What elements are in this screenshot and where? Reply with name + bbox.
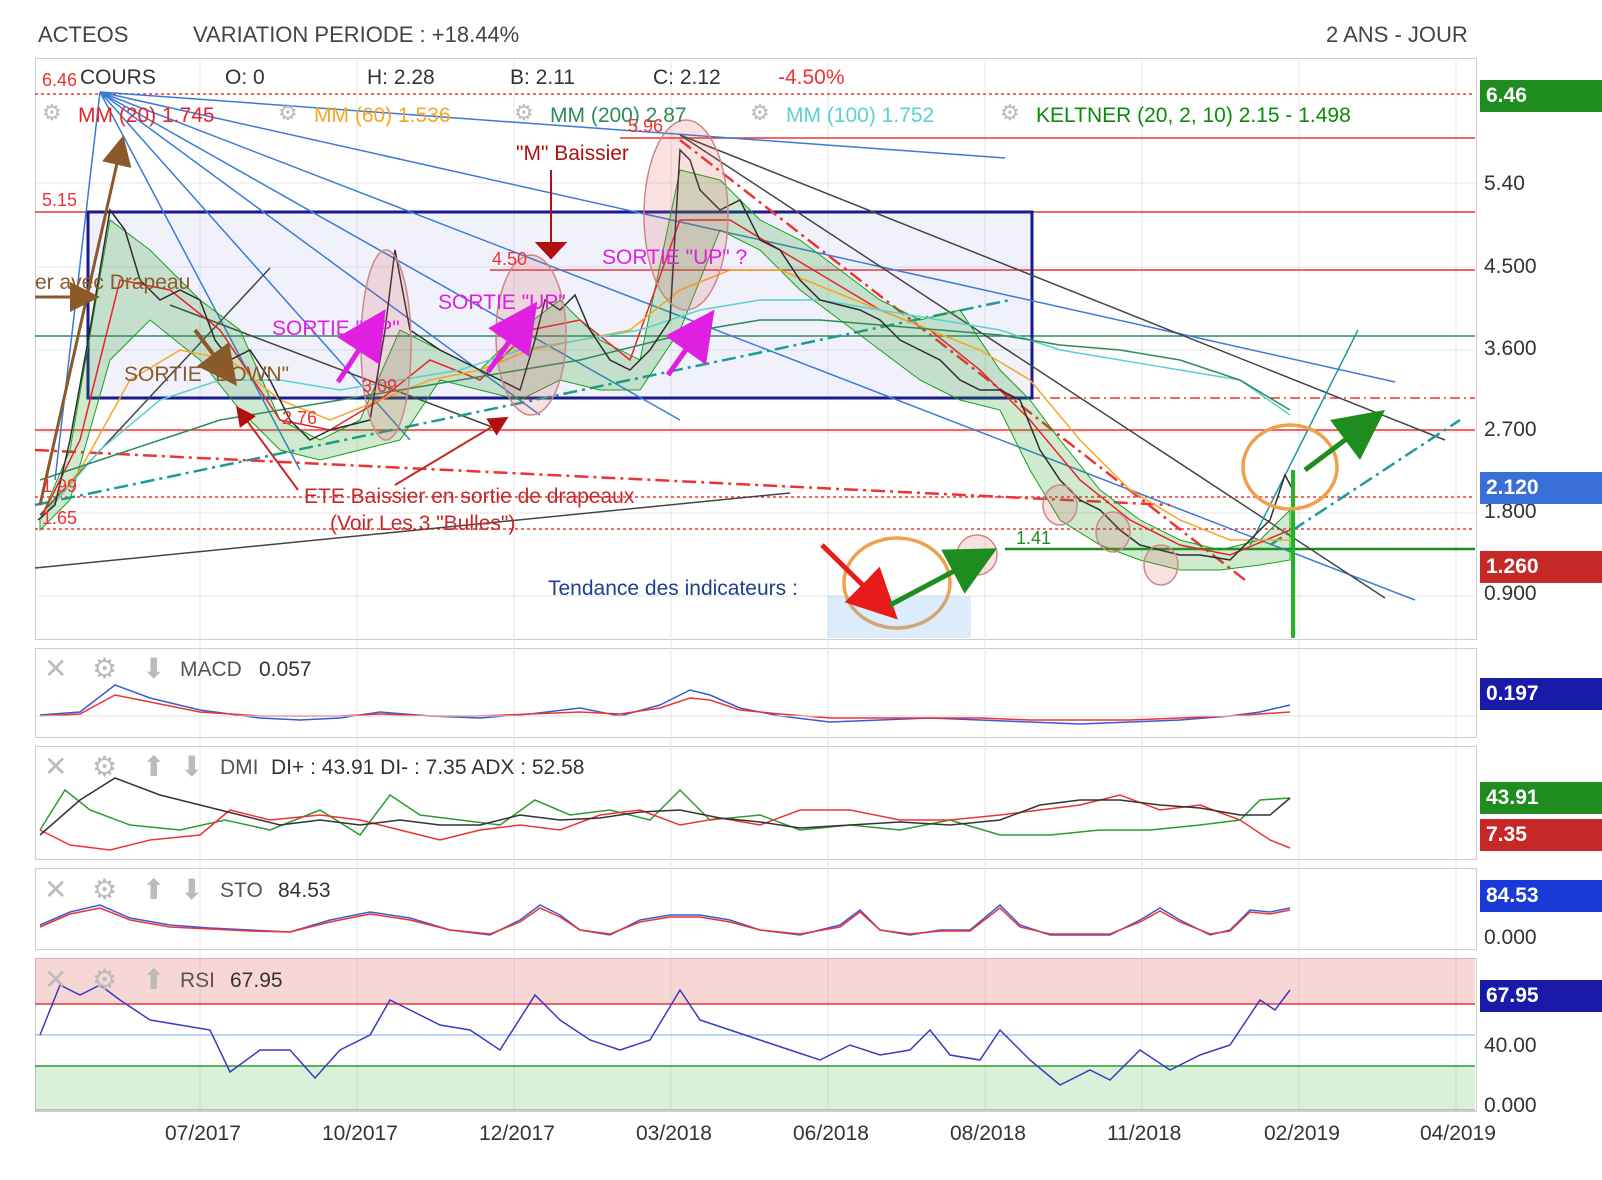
gear-icon[interactable]: ⚙ xyxy=(750,100,770,126)
level-label: 6.46 xyxy=(42,70,78,90)
arrow-up-icon[interactable]: ⬆ xyxy=(142,750,165,783)
arrow-down-icon[interactable]: ⬇ xyxy=(180,873,203,906)
chart-canvas xyxy=(34,58,1475,1111)
annotation-tendance: Tendance des indicateurs : xyxy=(548,577,798,600)
sto-title: STO xyxy=(220,879,263,902)
rsi-tick: 0.000 xyxy=(1484,1094,1537,1117)
rsi-badge: 67.95 xyxy=(1480,980,1602,1012)
rsi-value: 67.95 xyxy=(230,969,283,992)
level-label: 1.41 xyxy=(1016,528,1052,548)
annotation-ete: ETE Baissier en sortie de drapeaux xyxy=(304,485,635,508)
level-label: 5.15 xyxy=(42,190,78,210)
gear-icon[interactable]: ⚙ xyxy=(92,652,117,685)
arrow-up-icon[interactable]: ⬆ xyxy=(142,963,165,996)
annotation-drapeau: er avec Drapeau xyxy=(35,271,191,294)
legend-low: B: 2.11 xyxy=(510,66,575,89)
legend-mm100: MM (100) 1.752 xyxy=(786,104,935,127)
adx-line xyxy=(39,777,1291,836)
gear-icon[interactable]: ⚙ xyxy=(92,873,117,906)
x-tick: 10/2017 xyxy=(322,1122,398,1145)
annotation-ete-note: (Voir Les 3 "Bulles") xyxy=(330,512,516,535)
close-icon[interactable]: ✕ xyxy=(44,750,67,783)
price-tick: 4.500 xyxy=(1484,255,1537,278)
price-tick: 3.600 xyxy=(1484,337,1537,360)
gear-icon[interactable]: ⚙ xyxy=(514,100,534,126)
level-label: 4.50 xyxy=(492,249,528,269)
arrow-down-icon[interactable]: ⬇ xyxy=(180,750,203,783)
di-minus-badge: 7.35 xyxy=(1480,819,1602,851)
legend-mm200: MM (200) 2.87 xyxy=(550,104,687,127)
sto-tick: 0.000 xyxy=(1484,926,1537,949)
legend-high: H: 2.28 xyxy=(367,66,435,89)
sto-signal xyxy=(39,907,1291,935)
x-tick: 11/2018 xyxy=(1107,1122,1182,1145)
gear-icon[interactable]: ⚙ xyxy=(92,750,117,783)
di-plus-badge: 43.91 xyxy=(1480,782,1602,814)
macd-value: 0.057 xyxy=(259,658,312,681)
price-tick: 2.700 xyxy=(1484,418,1537,441)
close-icon[interactable]: ✕ xyxy=(44,963,67,996)
macd-line xyxy=(39,684,1291,725)
di-minus-line xyxy=(39,794,1291,851)
dmi-title: DMI xyxy=(220,756,259,779)
price-tick: 0.900 xyxy=(1484,582,1537,605)
arrow-up-icon[interactable]: ⬆ xyxy=(142,873,165,906)
annotation-m-baissier: "M" Baissier xyxy=(516,142,629,165)
gear-icon[interactable]: ⚙ xyxy=(1000,100,1020,126)
legend-change: -4.50% xyxy=(778,66,845,89)
level-label: 3.09 xyxy=(362,376,398,396)
legend-cours: COURS xyxy=(80,66,156,89)
rsi-title: RSI xyxy=(180,969,216,992)
annotation-sortie-up: SORTIE "UP" xyxy=(272,317,400,340)
level-label: 2.76 xyxy=(282,408,318,428)
legend-keltner: KELTNER (20, 2, 10) 2.15 - 1.498 xyxy=(1036,104,1351,127)
price-tick: 5.40 xyxy=(1484,172,1525,195)
x-tick: 07/2017 xyxy=(165,1122,241,1145)
rsi-tick: 40.00 xyxy=(1484,1034,1537,1057)
level-label: 1.99 xyxy=(42,476,78,496)
rsi-oversold-zone xyxy=(35,1066,1475,1110)
legend-open: O: 0 xyxy=(225,66,265,89)
gear-icon[interactable]: ⚙ xyxy=(92,963,117,996)
gear-icon[interactable]: ⚙ xyxy=(42,100,62,126)
close-icon[interactable]: ✕ xyxy=(44,652,67,685)
annotation-sortie-down: SORTIE "DOWN" xyxy=(124,363,290,386)
annotation-sortie-up: SORTIE "UP" xyxy=(438,291,566,314)
legend-close: C: 2.12 xyxy=(653,66,721,89)
arrow-down-icon[interactable]: ⬇ xyxy=(142,652,165,685)
x-tick: 03/2018 xyxy=(636,1122,712,1145)
x-tick: 02/2019 xyxy=(1264,1122,1340,1145)
price-badge-last: 2.120 xyxy=(1480,472,1602,504)
annotation-sortie-up: SORTIE "UP" ? xyxy=(602,246,748,269)
legend-mm60: MM (60) 1.536 xyxy=(314,104,451,127)
macd-title: MACD xyxy=(180,658,242,681)
level-label: 5.96 xyxy=(628,116,664,136)
sto-value: 84.53 xyxy=(278,879,331,902)
x-tick: 04/2019 xyxy=(1420,1122,1496,1145)
macd-badge: 0.197 xyxy=(1480,678,1602,710)
x-tick: 06/2018 xyxy=(793,1122,869,1145)
x-tick: 08/2018 xyxy=(950,1122,1026,1145)
legend-mm20: MM (20) 1.745 xyxy=(78,104,215,127)
close-icon[interactable]: ✕ xyxy=(44,873,67,906)
dmi-values: DI+ : 43.91 DI- : 7.35 ADX : 52.58 xyxy=(271,756,585,779)
sto-badge: 84.53 xyxy=(1480,880,1602,912)
price-badge-high: 6.46 xyxy=(1480,80,1602,112)
price-badge-low: 1.260 xyxy=(1480,551,1602,583)
gear-icon[interactable]: ⚙ xyxy=(278,100,298,126)
level-label: 1.65 xyxy=(42,508,78,528)
x-tick: 12/2017 xyxy=(479,1122,555,1145)
